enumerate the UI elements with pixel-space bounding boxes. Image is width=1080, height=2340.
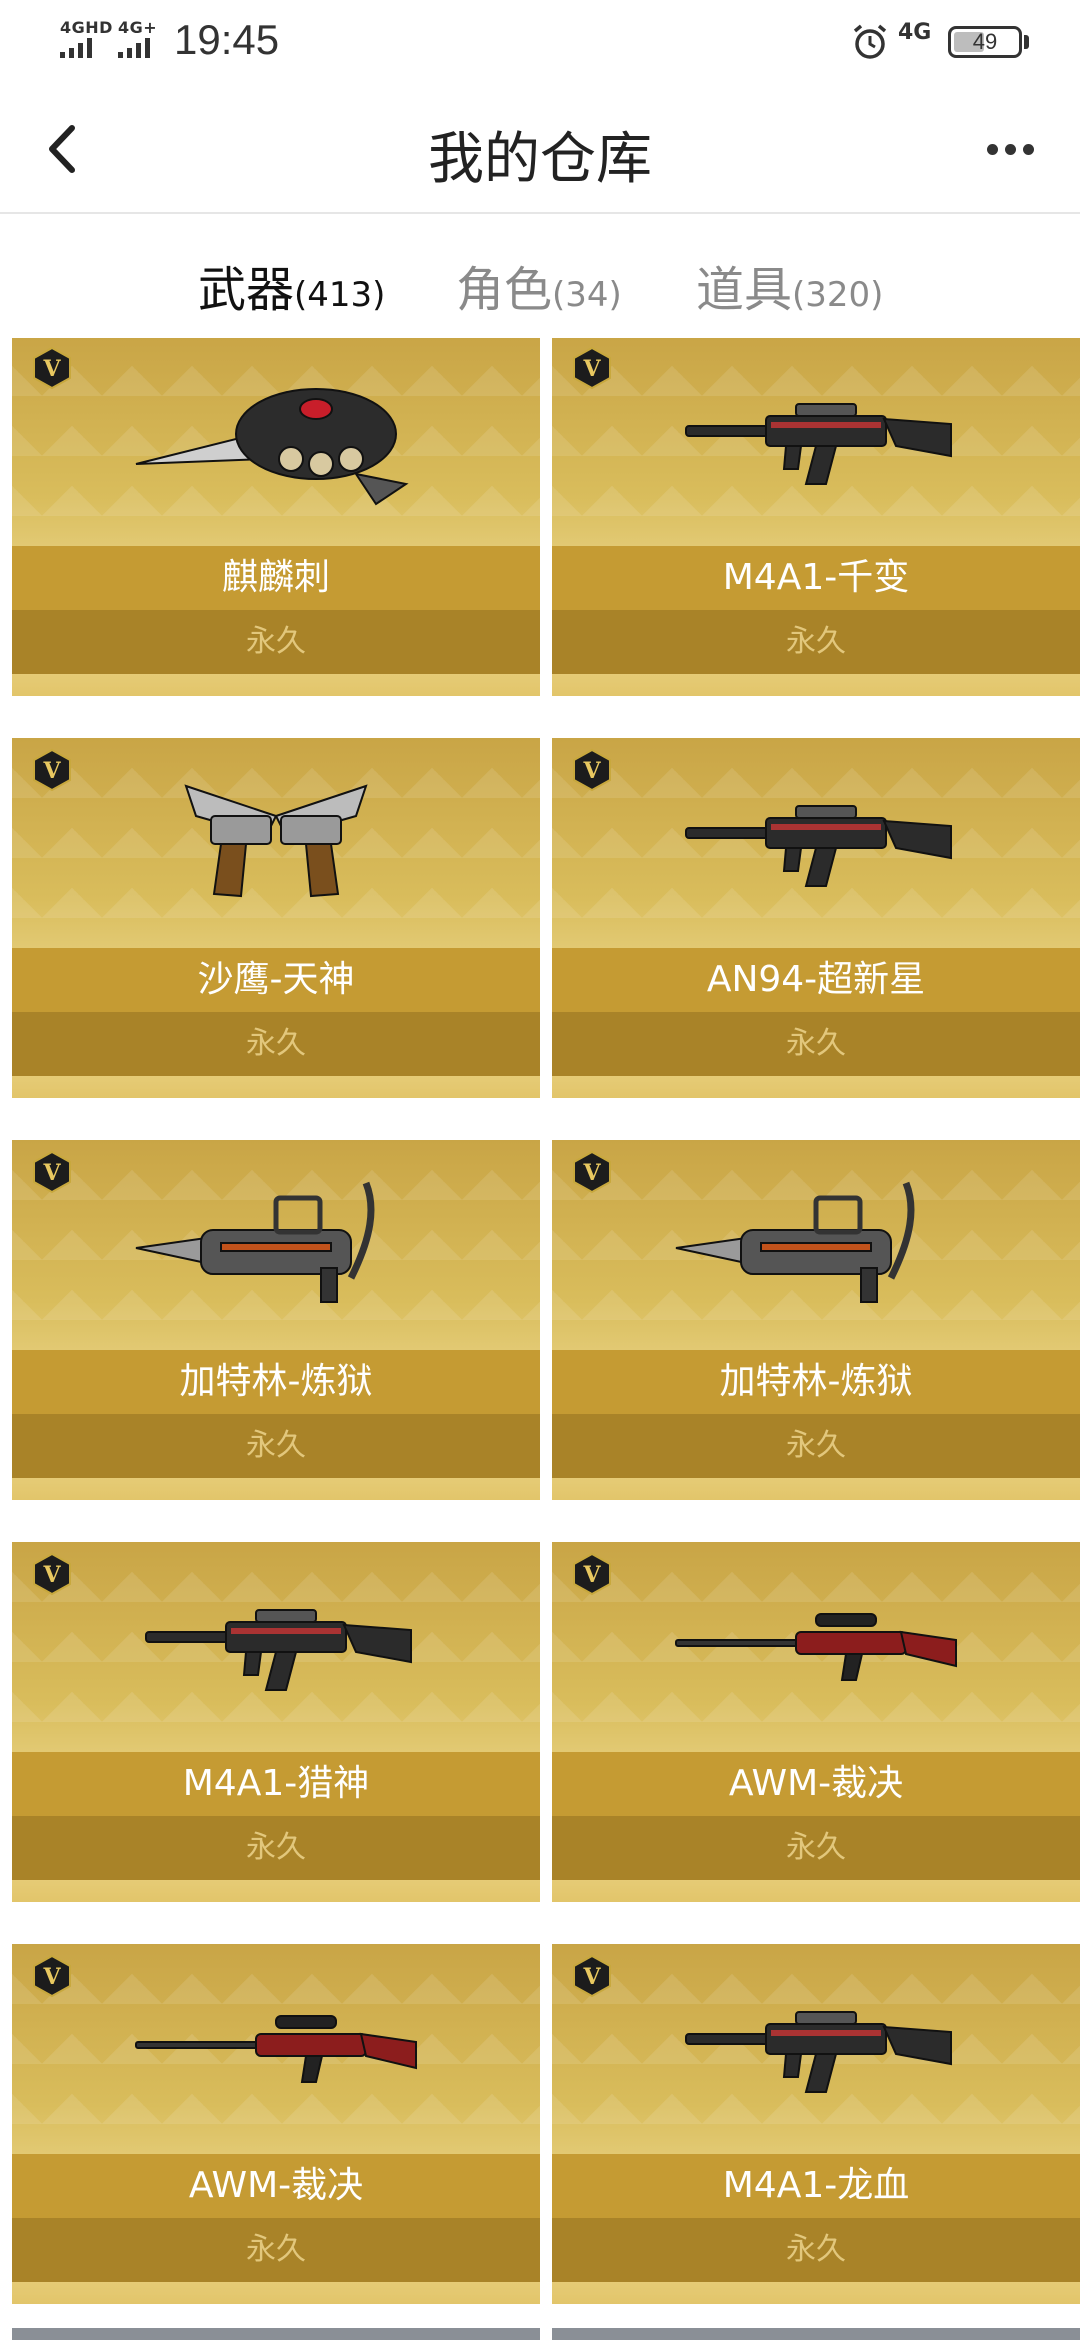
network-type-right: 4G: [898, 20, 932, 45]
weapon-duration: 永久: [12, 1012, 540, 1076]
weapon-name: AN94-超新星: [552, 948, 1080, 1012]
weapon-card[interactable]: V AWM-裁决 永久: [552, 1542, 1080, 1902]
weapon-name: M4A1-千变: [552, 546, 1080, 610]
weapon-name: 麒麟刺: [12, 546, 540, 610]
tab-label: 武器: [198, 262, 295, 318]
weapon-card[interactable]: V 麒麟刺 永久: [12, 338, 540, 696]
weapon-duration: 永久: [12, 1816, 540, 1880]
weapon-name: AWM-裁决: [552, 1752, 1080, 1816]
network-type-2: 4G+: [118, 18, 158, 37]
tab-characters[interactable]: 角色(34): [456, 250, 622, 320]
svg-text:V: V: [42, 1964, 61, 1990]
vip-badge-icon: V: [33, 346, 71, 390]
gatling-gun-icon: [666, 1168, 966, 1318]
weapon-card[interactable]: V 加特林-炼狱 永久: [552, 1140, 1080, 1500]
weapon-card[interactable]: V AWM-裁决 永久: [12, 1944, 540, 2304]
weapon-card[interactable]: V 加特林-炼狱 永久: [12, 1140, 540, 1500]
weapon-duration: 永久: [552, 1012, 1080, 1076]
alarm-icon: [853, 24, 887, 59]
sniper-rifle-icon: [666, 1570, 966, 1720]
battery-icon: 49: [948, 26, 1022, 58]
rifle-icon: [126, 1570, 426, 1720]
network-type-1: 4GHD: [60, 18, 113, 37]
weapon-card-partial[interactable]: [552, 2328, 1080, 2340]
weapon-duration: 永久: [552, 1414, 1080, 1478]
rifle-icon: [666, 766, 966, 916]
weapon-name: M4A1-龙血: [552, 2154, 1080, 2218]
rifle-icon: [666, 1972, 966, 2122]
svg-text:V: V: [582, 1562, 601, 1588]
weapon-duration: 永久: [552, 1816, 1080, 1880]
rifle-icon: [666, 364, 966, 514]
vip-badge-icon: V: [33, 1150, 71, 1194]
vip-badge-icon: V: [33, 1552, 71, 1596]
weapon-duration: 永久: [12, 2218, 540, 2282]
weapon-name: 沙鹰-天神: [12, 948, 540, 1012]
weapon-name: 加特林-炼狱: [552, 1350, 1080, 1414]
weapon-card[interactable]: V M4A1-猎神 永久: [12, 1542, 540, 1902]
weapon-card[interactable]: V M4A1-龙血 永久: [552, 1944, 1080, 2304]
svg-text:V: V: [42, 1562, 61, 1588]
tab-count: (413): [294, 275, 386, 315]
vip-badge-icon: V: [573, 748, 611, 792]
battery-cap: [1024, 35, 1029, 49]
svg-text:V: V: [42, 758, 61, 784]
weapon-duration: 永久: [12, 610, 540, 674]
weapon-card[interactable]: V 沙鹰-天神 永久: [12, 738, 540, 1098]
signal-icon-2: [118, 38, 150, 58]
svg-text:V: V: [582, 1160, 601, 1186]
tab-count: (34): [552, 275, 622, 315]
tab-count: (320): [792, 275, 884, 315]
weapon-duration: 永久: [12, 1414, 540, 1478]
weapon-name: M4A1-猎神: [12, 1752, 540, 1816]
tab-label: 道具: [696, 262, 793, 318]
weapon-duration: 永久: [552, 610, 1080, 674]
vip-badge-icon: V: [573, 346, 611, 390]
vip-badge-icon: V: [33, 748, 71, 792]
svg-text:V: V: [582, 1964, 601, 1990]
weapon-duration: 永久: [552, 2218, 1080, 2282]
svg-text:V: V: [582, 356, 601, 382]
weapon-name: AWM-裁决: [12, 2154, 540, 2218]
vip-badge-icon: V: [573, 1150, 611, 1194]
nav-bar: 我的仓库: [0, 84, 1080, 214]
battery-percent: 49: [972, 29, 998, 54]
tab-weapons[interactable]: 武器(413): [198, 250, 385, 320]
status-bar: 4GHD 4G+ 19:45 4G 49: [0, 0, 1080, 84]
signal-icon-1: [60, 38, 92, 58]
tab-items[interactable]: 道具(320): [696, 250, 883, 320]
category-tabs: 武器(413) 角色(34) 道具(320): [0, 214, 1080, 338]
clock: 19:45: [174, 16, 280, 63]
svg-text:V: V: [582, 758, 601, 784]
vip-badge-icon: V: [33, 1954, 71, 1998]
sniper-rifle-icon: [126, 1972, 426, 2122]
weapon-grid: V 麒麟刺 永久 V M4A1-千变 永久 V 沙鹰-天神 永久 V AN94-超新星 永久 V 加特林-…: [0, 338, 1080, 2340]
more-options-icon[interactable]: [975, 114, 1045, 184]
knuckle-knife-icon: [126, 364, 426, 514]
vip-badge-icon: V: [573, 1552, 611, 1596]
dual-pistol-icon: [126, 766, 426, 916]
weapon-card[interactable]: V M4A1-千变 永久: [552, 338, 1080, 696]
svg-text:V: V: [42, 356, 61, 382]
weapon-card-partial[interactable]: [12, 2328, 540, 2340]
gatling-gun-icon: [126, 1168, 426, 1318]
weapon-name: 加特林-炼狱: [12, 1350, 540, 1414]
svg-text:V: V: [42, 1160, 61, 1186]
vip-badge-icon: V: [573, 1954, 611, 1998]
page-title: 我的仓库: [428, 127, 652, 192]
weapon-card[interactable]: V AN94-超新星 永久: [552, 738, 1080, 1098]
tab-label: 角色: [456, 262, 553, 318]
